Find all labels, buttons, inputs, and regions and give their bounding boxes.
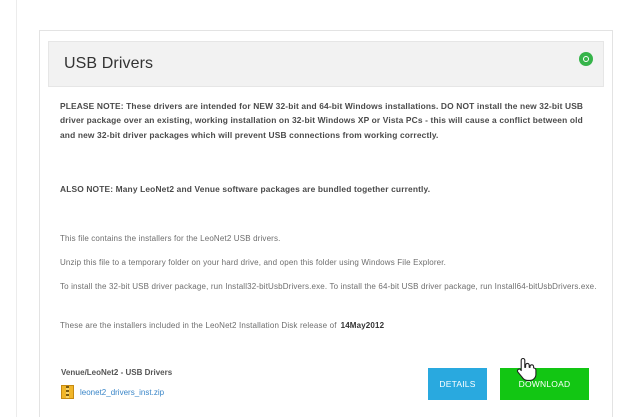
left-divider (16, 0, 17, 417)
file-link[interactable]: leonet2_drivers_inst.zip (80, 388, 164, 397)
description-line-4: These are the installers included in the… (60, 318, 600, 334)
details-button[interactable]: DETAILS (428, 368, 487, 400)
description-line-1: This file contains the installers for th… (60, 234, 281, 243)
description-line-2: Unzip this file to a temporary folder on… (60, 258, 447, 267)
collapse-toggle-icon[interactable] (579, 52, 593, 66)
panel-title: USB Drivers (64, 55, 154, 72)
usb-drivers-panel: USB Drivers PLEASE NOTE: These drivers a… (39, 30, 613, 417)
release-text: These are the installers included in the… (60, 321, 337, 330)
panel-header: USB Drivers (48, 41, 604, 87)
page: USB Drivers PLEASE NOTE: These drivers a… (0, 0, 629, 417)
bundling-note: ALSO NOTE: Many LeoNet2 and Venue softwa… (60, 184, 431, 194)
release-date: 14May2012 (340, 321, 385, 330)
file-title: Venue/LeoNet2 - USB Drivers (61, 368, 173, 377)
file-download-link-row[interactable]: leonet2_drivers_inst.zip (61, 385, 164, 399)
download-button[interactable]: DOWNLOAD (500, 368, 589, 400)
description-line-3: To install the 32-bit USB driver package… (60, 282, 597, 291)
driver-warning-note: PLEASE NOTE: These drivers are intended … (60, 101, 584, 140)
zip-file-icon (61, 385, 74, 399)
